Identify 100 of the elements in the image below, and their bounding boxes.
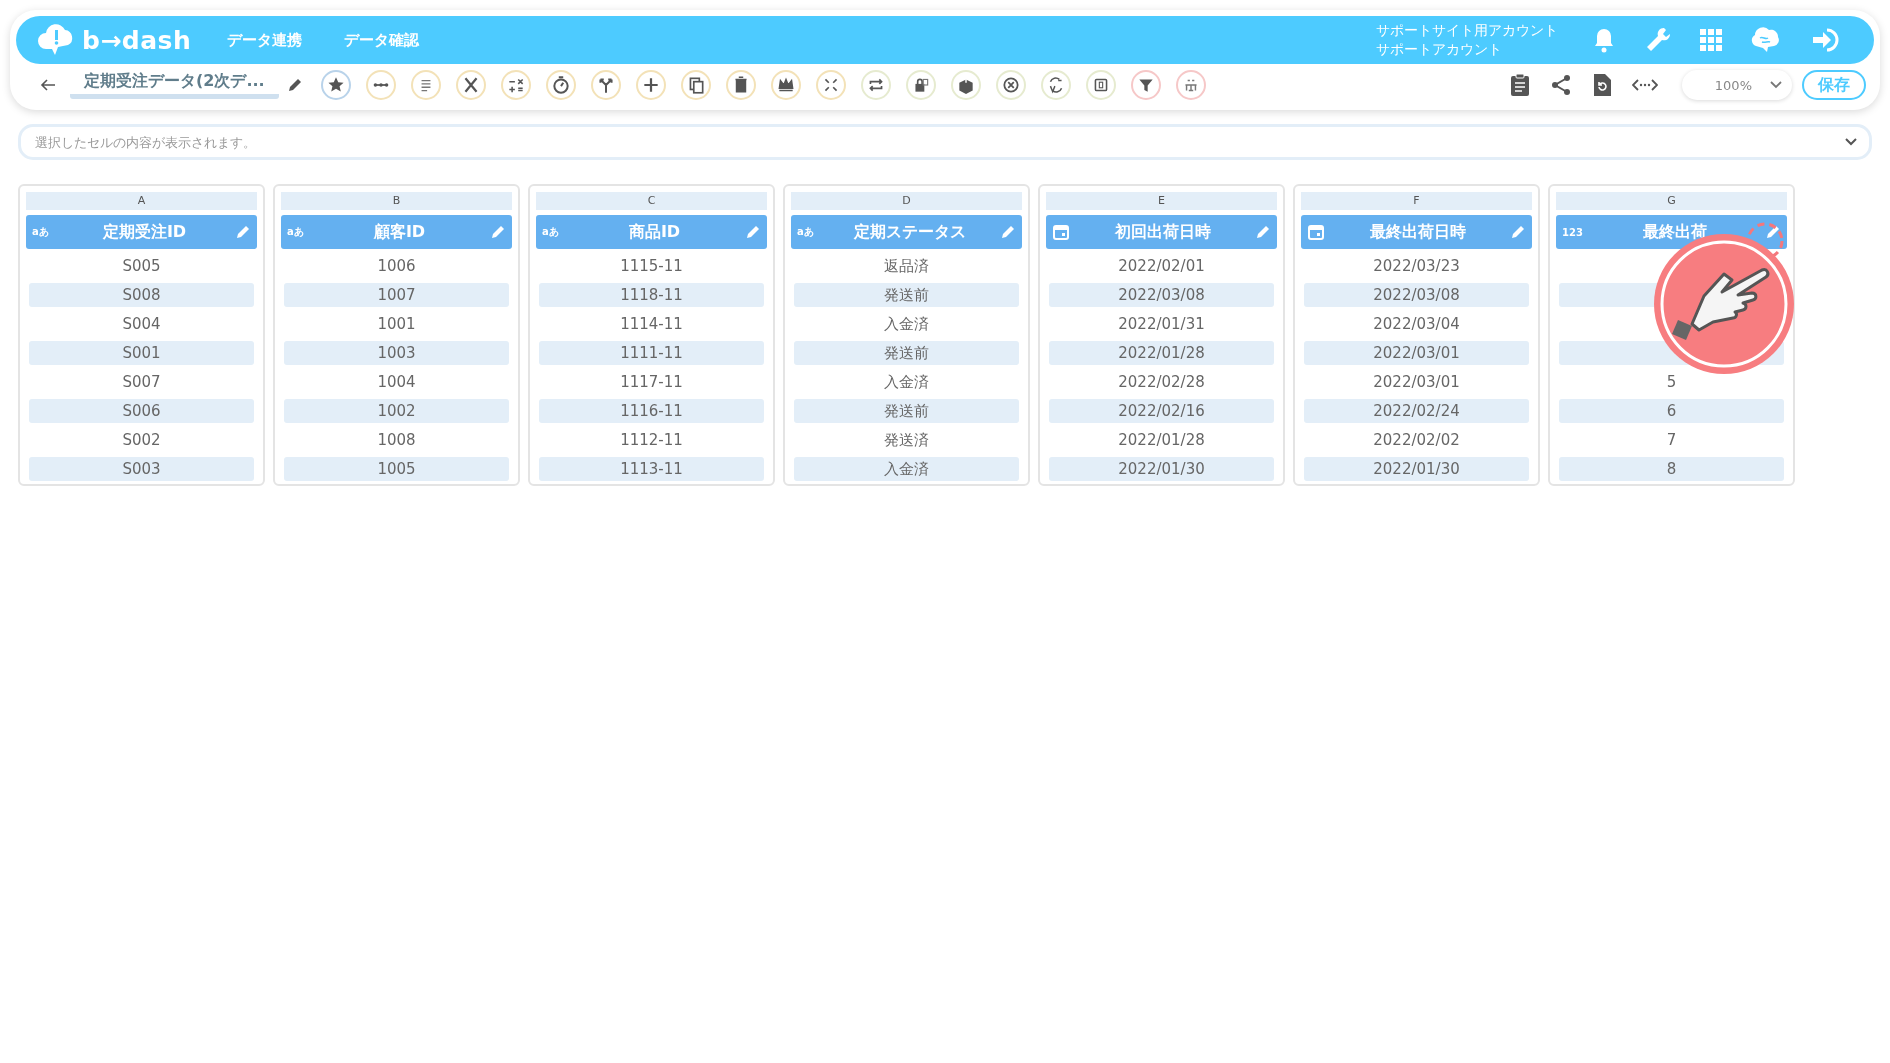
table-cell-text: 7 xyxy=(1665,430,1678,451)
column-header[interactable]: aあ 商品ID xyxy=(536,215,767,249)
stopwatch-icon[interactable] xyxy=(545,70,576,100)
chevron-down-icon[interactable] xyxy=(1770,81,1782,89)
table-cell: 1111-11 xyxy=(539,341,764,365)
trash-icon[interactable] xyxy=(725,70,756,100)
table-cell: 1002 xyxy=(284,399,509,423)
plus-icon[interactable] xyxy=(635,70,666,100)
column-header[interactable]: 最終出荷日時 xyxy=(1301,215,1532,249)
table-cell: 入金済 xyxy=(794,457,1019,481)
code-icon[interactable] xyxy=(1632,77,1658,93)
table-cell: 1005 xyxy=(284,457,509,481)
math-icon[interactable] xyxy=(500,70,531,100)
box-upload-icon[interactable] xyxy=(950,70,981,100)
table-cell-text: 入金済 xyxy=(883,372,930,393)
compress-icon[interactable] xyxy=(815,70,846,100)
document-refresh-icon[interactable] xyxy=(1592,73,1612,97)
brand-name: b→dash xyxy=(82,25,192,55)
account-name: サポートアカウント xyxy=(1376,40,1503,59)
table-cell: 1007 xyxy=(284,283,509,307)
column-letter[interactable]: G xyxy=(1556,192,1787,210)
zoom-select[interactable]: 100% xyxy=(1682,70,1792,100)
save-button[interactable]: 保存 xyxy=(1802,70,1866,100)
hierarchy-icon[interactable] xyxy=(1175,70,1206,100)
table-cell: S006 xyxy=(29,399,254,423)
table-cell-text: 2022/02/28 xyxy=(1117,372,1206,393)
back-arrow-icon[interactable] xyxy=(40,78,56,92)
table-cell-text: 1004 xyxy=(376,372,417,393)
share-icon[interactable] xyxy=(1550,74,1572,96)
data-title[interactable]: 定期受注データ(2次デ... xyxy=(70,71,279,99)
table-cell: 2022/03/08 xyxy=(1304,283,1529,307)
column-header[interactable]: aあ 定期受注ID xyxy=(26,215,257,249)
pencil-icon[interactable] xyxy=(286,77,303,93)
dots-icon[interactable] xyxy=(365,70,396,100)
table-cell-text: S005 xyxy=(121,256,162,277)
nav-link[interactable]: データ確認 xyxy=(344,30,420,50)
table-cell: 1116-11 xyxy=(539,399,764,423)
column-letter[interactable]: C xyxy=(536,192,767,210)
lines-icon[interactable] xyxy=(410,70,441,100)
table-cell-text: 1008 xyxy=(376,430,417,451)
table-cell: 1118-11 xyxy=(539,283,764,307)
table-cell-text: 2022/03/01 xyxy=(1372,372,1461,393)
table-cell-text: S007 xyxy=(121,372,162,393)
table-cell-text: 発送済 xyxy=(883,430,930,451)
table-cell: 2022/03/08 xyxy=(1049,283,1274,307)
table-cell-text: 2022/01/28 xyxy=(1117,430,1206,451)
column-letter[interactable]: A xyxy=(26,192,257,210)
table-cell-text: 5 xyxy=(1665,372,1678,393)
table-cell-text: 1001 xyxy=(376,314,417,335)
calendar-icon xyxy=(1052,223,1070,241)
table-cell-text: 2022/03/23 xyxy=(1372,256,1461,277)
table-cell: 発送前 xyxy=(794,399,1019,423)
type-label: 123 xyxy=(1562,226,1584,238)
column-letter[interactable]: F xyxy=(1301,192,1532,210)
formula-bar[interactable]: 選択したセルの内容が表示されます。 xyxy=(18,124,1872,160)
table-cell-text: 1115-11 xyxy=(619,256,684,277)
column-header[interactable]: aあ 顧客ID xyxy=(281,215,512,249)
column-letter[interactable]: B xyxy=(281,192,512,210)
type-label: aあ xyxy=(32,225,50,239)
filter-icon[interactable] xyxy=(1130,70,1161,100)
table-cell: 2022/02/24 xyxy=(1304,399,1529,423)
table-cell-text: S002 xyxy=(121,430,162,451)
table-cell: 6 xyxy=(1559,399,1784,423)
lock-icon[interactable] xyxy=(905,70,936,100)
cell-content-field[interactable]: 選択したセルの内容が表示されます。 xyxy=(33,133,1845,151)
frame-icon[interactable] xyxy=(1085,70,1116,100)
account-site: サポートサイト用アカウント xyxy=(1376,21,1558,40)
table-cell-text: 1006 xyxy=(376,256,417,277)
type-label: aあ xyxy=(287,225,305,239)
type-label: aあ xyxy=(542,225,560,239)
column-letter[interactable]: E xyxy=(1046,192,1277,210)
table-cell-text: 1114-11 xyxy=(619,314,684,335)
table-cell: 発送前 xyxy=(794,341,1019,365)
table-cell: S003 xyxy=(29,457,254,481)
repeat-icon[interactable] xyxy=(860,70,891,100)
table-cell-text: S004 xyxy=(121,314,162,335)
table-cell: 2022/01/30 xyxy=(1304,457,1529,481)
column-header[interactable]: 初回出荷日時 xyxy=(1046,215,1277,249)
table-cell-text: 入金済 xyxy=(883,314,930,335)
table-cell: 2022/01/28 xyxy=(1049,341,1274,365)
split-icon[interactable] xyxy=(590,70,621,100)
copy-icon[interactable] xyxy=(680,70,711,100)
clipboard-icon[interactable] xyxy=(1510,73,1530,97)
table-cell-text: 返品済 xyxy=(883,256,930,277)
chevron-down-icon[interactable] xyxy=(1845,138,1857,146)
nav-link[interactable]: データ連携 xyxy=(227,30,303,50)
table-cell: 発送前 xyxy=(794,283,1019,307)
table-cell: 2022/02/16 xyxy=(1049,399,1274,423)
table-cell: 1003 xyxy=(284,341,509,365)
crown-icon[interactable] xyxy=(770,70,801,100)
table-cell: 2022/03/01 xyxy=(1304,341,1529,365)
cancel-icon[interactable] xyxy=(995,70,1026,100)
table-cell: S008 xyxy=(29,283,254,307)
table-cell: 1113-11 xyxy=(539,457,764,481)
table-cell: S001 xyxy=(29,341,254,365)
column-header[interactable]: aあ 定期ステータス xyxy=(791,215,1022,249)
table-cell-text: 1112-11 xyxy=(619,430,684,451)
calendar-icon xyxy=(1307,223,1325,241)
convert-icon[interactable] xyxy=(1040,70,1071,100)
column-letter[interactable]: D xyxy=(791,192,1022,210)
